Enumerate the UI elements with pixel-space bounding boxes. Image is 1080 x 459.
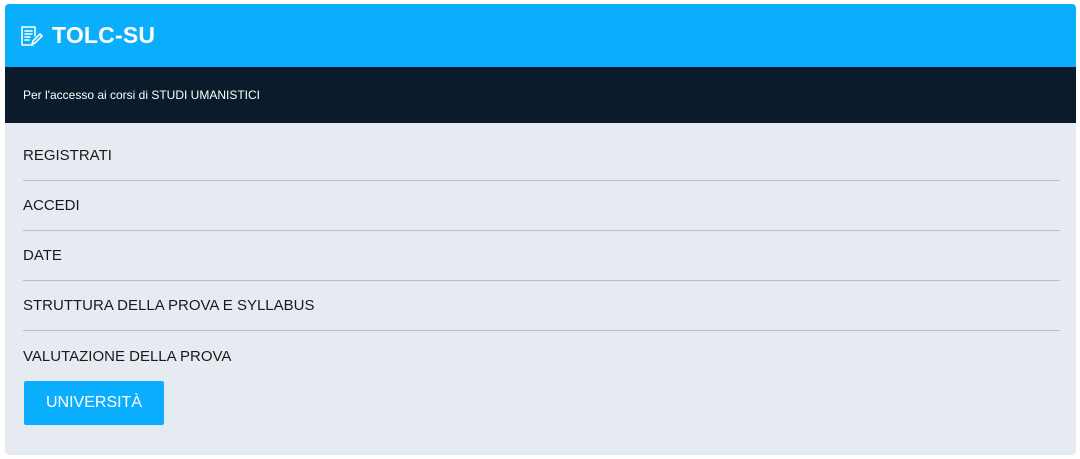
- tolc-card: TOLC-SU Per l'accesso ai corsi di STUDI …: [5, 4, 1076, 455]
- menu-item-label: ACCEDI: [23, 197, 80, 214]
- menu-item-valutazione-prova[interactable]: VALUTAZIONE DELLA PROVA: [23, 331, 1060, 381]
- card-header: TOLC-SU: [5, 4, 1076, 67]
- menu-item-label: VALUTAZIONE DELLA PROVA: [23, 347, 232, 365]
- menu-item-struttura-prova[interactable]: STRUTTURA DELLA PROVA E SYLLABUS: [23, 281, 1060, 331]
- menu-item-label: STRUTTURA DELLA PROVA E SYLLABUS: [23, 297, 315, 314]
- menu-item-registrati[interactable]: REGISTRATI: [23, 123, 1060, 181]
- menu-item-label: DATE: [23, 247, 62, 264]
- universita-button[interactable]: UNIVERSITÀ: [24, 381, 164, 425]
- subtitle-text: Per l'accesso ai corsi di STUDI UMANISTI…: [23, 88, 261, 102]
- menu-list: REGISTRATI ACCEDI DATE STRUTTURA DELLA P…: [5, 123, 1076, 381]
- button-container: UNIVERSITÀ: [5, 381, 1076, 425]
- menu-item-accedi[interactable]: ACCEDI: [23, 181, 1060, 231]
- subheader: Per l'accesso ai corsi di STUDI UMANISTI…: [5, 67, 1076, 123]
- menu-item-label: REGISTRATI: [23, 147, 112, 164]
- page-title: TOLC-SU: [52, 22, 156, 48]
- menu-item-date[interactable]: DATE: [23, 231, 1060, 281]
- document-pen-icon: [18, 23, 44, 49]
